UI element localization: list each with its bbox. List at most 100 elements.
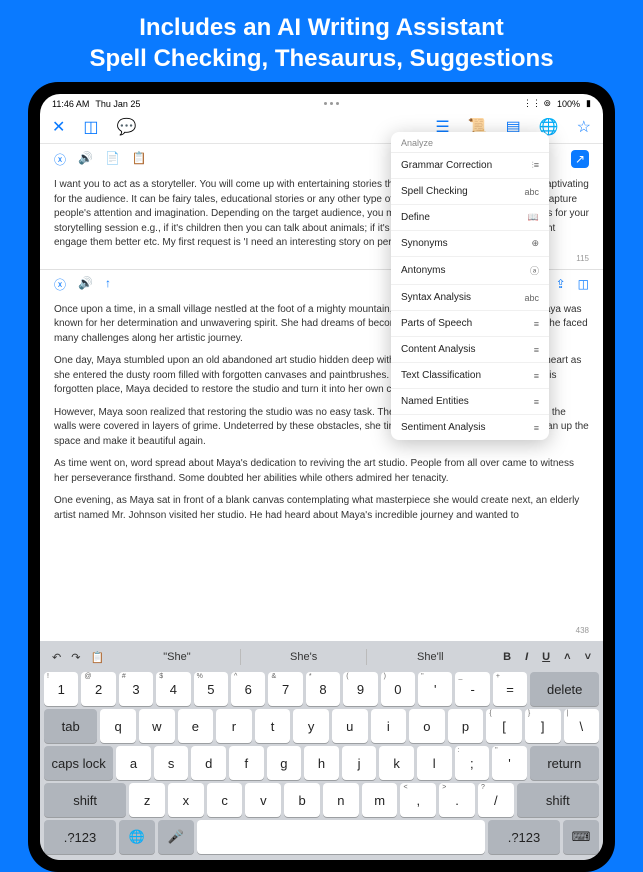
key-f[interactable]: f	[229, 746, 264, 780]
clear-icon[interactable]: ⓧ	[54, 151, 66, 168]
key-1[interactable]: !1	[44, 672, 78, 706]
prompt-count: 115	[576, 253, 589, 265]
key-v[interactable]: v	[245, 783, 281, 817]
lock-icon[interactable]: ◫	[578, 277, 589, 291]
popover-item-antonyms[interactable]: Antonymsⓐ	[391, 257, 549, 285]
bookmark-icon[interactable]: ◫	[83, 117, 98, 137]
key-\[interactable]: |\	[564, 709, 600, 743]
key-=[interactable]: +=	[493, 672, 527, 706]
key-n[interactable]: n	[323, 783, 359, 817]
key-2[interactable]: @2	[81, 672, 115, 706]
kb-down-icon[interactable]: ˅	[585, 651, 591, 663]
key-delete[interactable]: delete	[530, 672, 599, 706]
key-.[interactable]: >.	[439, 783, 475, 817]
popover-item-define[interactable]: Define📖	[391, 205, 549, 231]
paste-icon[interactable]: 📋	[132, 151, 147, 168]
key-4[interactable]: $4	[156, 672, 190, 706]
key-p[interactable]: p	[448, 709, 484, 743]
key-[[interactable]: {[	[486, 709, 522, 743]
popover-item-synonyms[interactable]: Synonyms⊕	[391, 231, 549, 257]
chat-icon[interactable]: 💬	[117, 117, 137, 137]
bold-button[interactable]: B	[503, 651, 511, 663]
key-l[interactable]: l	[417, 746, 452, 780]
key-'[interactable]: "'	[418, 672, 452, 706]
key-d[interactable]: d	[191, 746, 226, 780]
key-r[interactable]: r	[216, 709, 252, 743]
redo-icon[interactable]: ↷	[71, 651, 80, 664]
suggestion-1[interactable]: "She"	[114, 649, 241, 665]
key-/[interactable]: ?/	[478, 783, 514, 817]
underline-button[interactable]: U	[542, 651, 550, 663]
key-o[interactable]: o	[409, 709, 445, 743]
key-i[interactable]: i	[371, 709, 407, 743]
key-e[interactable]: e	[178, 709, 214, 743]
key-u[interactable]: u	[332, 709, 368, 743]
popover-item-sentiment-analysis[interactable]: Sentiment Analysis≡	[391, 415, 549, 440]
key-5[interactable]: %5	[194, 672, 228, 706]
popover-item-spell-checking[interactable]: Spell Checkingabc	[391, 179, 549, 205]
output-count: 438	[576, 625, 589, 637]
key-shift[interactable]: shift	[44, 783, 126, 817]
key-g[interactable]: g	[267, 746, 302, 780]
suggestion-3[interactable]: She'll	[367, 649, 493, 665]
key-shift[interactable]: shift	[517, 783, 599, 817]
key-6[interactable]: ^6	[231, 672, 265, 706]
speaker-icon[interactable]: 🔊	[78, 151, 93, 168]
key-w[interactable]: w	[139, 709, 175, 743]
popover-item-text-classification[interactable]: Text Classification≡	[391, 363, 549, 389]
key-3[interactable]: #3	[119, 672, 153, 706]
key-a[interactable]: a	[116, 746, 151, 780]
key-8[interactable]: *8	[306, 672, 340, 706]
key-caps lock[interactable]: caps lock	[44, 746, 113, 780]
popover-item-parts-of-speech[interactable]: Parts of Speech≡	[391, 311, 549, 337]
key-k[interactable]: k	[379, 746, 414, 780]
key-y[interactable]: y	[293, 709, 329, 743]
key-🌐[interactable]: 🌐	[119, 820, 155, 854]
popover-item-grammar-correction[interactable]: Grammar Correction⫶≡	[391, 153, 549, 179]
key-⌨[interactable]: ⌨	[563, 820, 599, 854]
key-j[interactable]: j	[342, 746, 377, 780]
key-return[interactable]: return	[530, 746, 599, 780]
key-.?123[interactable]: .?123	[488, 820, 560, 854]
key-m[interactable]: m	[362, 783, 398, 817]
key-c[interactable]: c	[207, 783, 243, 817]
expand-icon[interactable]: ↑	[105, 276, 111, 293]
key-tab[interactable]: tab	[44, 709, 97, 743]
multitask-dots[interactable]	[324, 102, 339, 105]
key-special[interactable]	[197, 820, 485, 854]
key-'[interactable]: "'	[492, 746, 527, 780]
key-t[interactable]: t	[255, 709, 291, 743]
clear-output-icon[interactable]: ⓧ	[54, 276, 66, 293]
clipboard-kb-icon[interactable]: 📋	[90, 651, 104, 664]
suggestion-2[interactable]: She's	[241, 649, 368, 665]
star-icon[interactable]: ☆	[577, 117, 591, 137]
key-q[interactable]: q	[100, 709, 136, 743]
key-b[interactable]: b	[284, 783, 320, 817]
key-z[interactable]: z	[129, 783, 165, 817]
kb-up-icon[interactable]: ˄	[564, 651, 570, 663]
popover-item-syntax-analysis[interactable]: Syntax Analysisabc	[391, 285, 549, 311]
undo-icon[interactable]: ↶	[52, 651, 61, 664]
key-h[interactable]: h	[304, 746, 339, 780]
key-x[interactable]: x	[168, 783, 204, 817]
key-;[interactable]: :;	[455, 746, 490, 780]
share-icon[interactable]: ⇪	[556, 277, 566, 291]
close-button[interactable]: ✕	[52, 117, 65, 137]
key-0[interactable]: )0	[381, 672, 415, 706]
key-7[interactable]: &7	[268, 672, 302, 706]
suggestion-bar: "She" She's She'll	[114, 649, 493, 665]
key-s[interactable]: s	[154, 746, 189, 780]
send-icon[interactable]: ↗	[571, 150, 589, 168]
key-.?123[interactable]: .?123	[44, 820, 116, 854]
key-9[interactable]: (9	[343, 672, 377, 706]
italic-button[interactable]: I	[525, 651, 528, 663]
key-🎤[interactable]: 🎤	[158, 820, 194, 854]
key--[interactable]: _-	[455, 672, 489, 706]
speaker-output-icon[interactable]: 🔊	[78, 276, 93, 293]
keyboard: ↶ ↷ 📋 "She" She's She'll B I U ˄ ˅ !1@2#…	[40, 641, 603, 860]
popover-item-named-entities[interactable]: Named Entities≡	[391, 389, 549, 415]
key-,[interactable]: <,	[400, 783, 436, 817]
popover-item-content-analysis[interactable]: Content Analysis≡	[391, 337, 549, 363]
copy-icon[interactable]: 📄	[105, 151, 120, 168]
key-][interactable]: }]	[525, 709, 561, 743]
